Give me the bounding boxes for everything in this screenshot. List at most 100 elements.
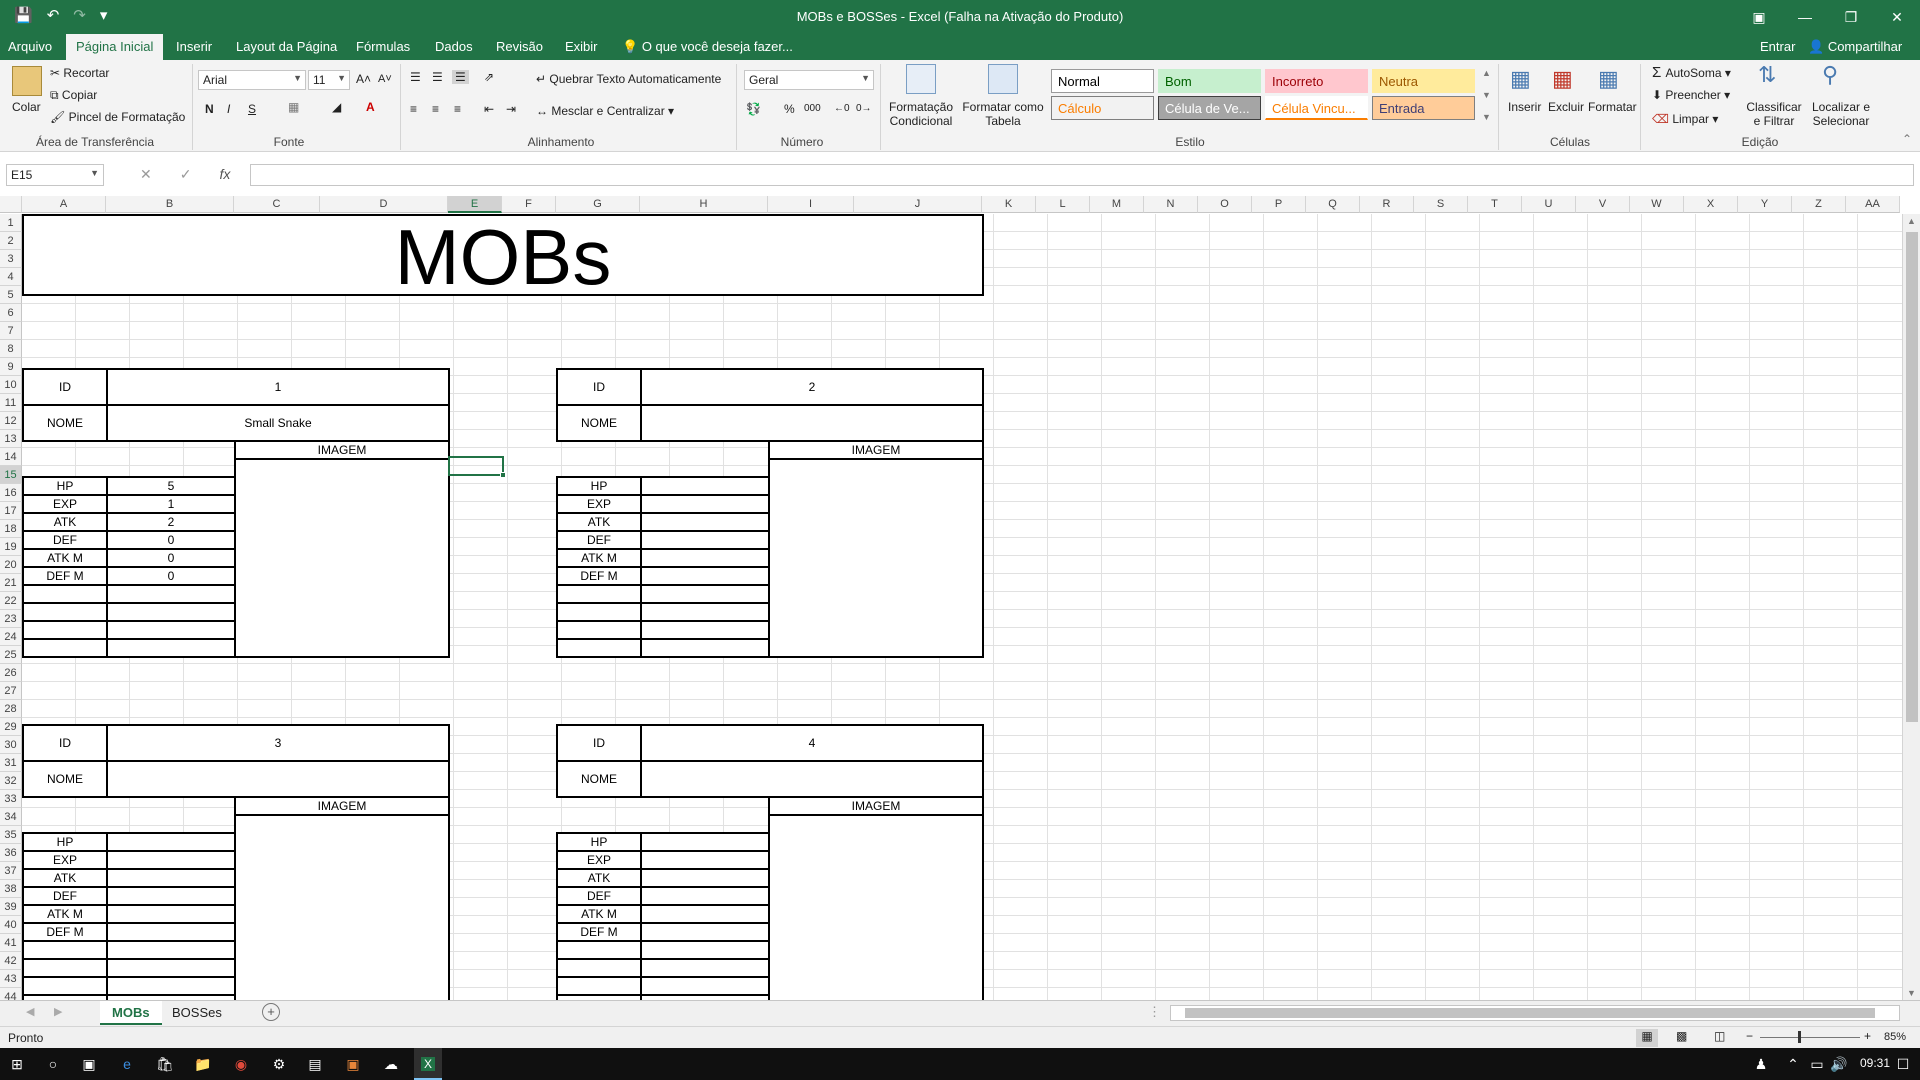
sheet-tab-mobs[interactable]: MOBs <box>100 1001 162 1025</box>
maximize-icon[interactable]: ❐ <box>1828 0 1874 34</box>
row-header-29[interactable]: 29 <box>0 718 22 736</box>
app-icon[interactable]: ▣ <box>344 1056 362 1072</box>
tab-home[interactable]: Página Inicial <box>66 34 164 60</box>
column-header-b[interactable]: B <box>106 196 234 213</box>
fill-button[interactable]: ⬇ Preencher ▾ <box>1652 88 1730 102</box>
thousands-button[interactable]: 000 <box>804 103 821 114</box>
zoom-in-icon[interactable]: + <box>1864 1029 1871 1043</box>
vertical-scrollbar[interactable]: ▲ ▼ <box>1902 214 1920 1000</box>
row-header-4[interactable]: 4 <box>0 268 22 286</box>
cell-style-4[interactable]: Neutra <box>1372 69 1475 93</box>
column-header-v[interactable]: V <box>1576 196 1630 213</box>
wrap-text-button[interactable]: ↵ Quebrar Texto Automaticamente <box>536 72 721 86</box>
tab-formulas[interactable]: Fórmulas <box>356 39 410 54</box>
file-explorer-icon[interactable]: 📁 <box>194 1056 212 1072</box>
copy-button[interactable]: ⧉ Copiar <box>50 88 97 103</box>
gallery-more-icon[interactable]: ▼ <box>1482 112 1491 122</box>
edge-icon[interactable]: e <box>118 1056 136 1072</box>
conditional-format-button[interactable]: Formatação Condicional <box>886 100 956 128</box>
chevron-up-icon[interactable]: ⌃ <box>1784 1056 1802 1072</box>
italic-button[interactable]: I <box>227 102 230 116</box>
conditional-format-icon[interactable] <box>906 64 936 94</box>
cell-style-8[interactable]: Entrada <box>1372 96 1475 120</box>
format-table-icon[interactable] <box>988 64 1018 94</box>
tab-review[interactable]: Revisão <box>496 39 543 54</box>
column-header-c[interactable]: C <box>234 196 320 213</box>
column-header-n[interactable]: N <box>1144 196 1198 213</box>
volume-icon[interactable]: 🔊 <box>1830 1056 1848 1072</box>
increase-decimal-icon[interactable]: ←0 <box>834 103 850 114</box>
align-left-icon[interactable]: ≡ <box>410 102 417 116</box>
steam-icon[interactable]: ⚙ <box>270 1056 288 1072</box>
excel-taskbar-icon[interactable]: X <box>414 1048 442 1080</box>
column-header-w[interactable]: W <box>1630 196 1684 213</box>
merge-center-button[interactable]: ↔ Mesclar e Centralizar ▾ <box>536 104 674 118</box>
normal-view-icon[interactable]: ▦ <box>1636 1029 1658 1047</box>
row-header-36[interactable]: 36 <box>0 844 22 862</box>
row-header-27[interactable]: 27 <box>0 682 22 700</box>
format-as-table-button[interactable]: Formatar como Tabela <box>962 100 1044 128</box>
zoom-level[interactable]: 85% <box>1884 1031 1906 1043</box>
format-cells-icon[interactable]: ▦ <box>1598 66 1619 92</box>
orientation-icon[interactable]: ⇗ <box>484 70 494 84</box>
active-cell[interactable] <box>448 456 506 478</box>
split-handle-icon[interactable]: ⋮ <box>1148 1004 1161 1020</box>
cell-style-6[interactable]: Célula de Ve... <box>1158 96 1261 120</box>
format-painter-button[interactable]: 🖌 Pincel de Formatação <box>50 110 185 124</box>
font-color-icon[interactable]: A <box>366 100 375 114</box>
zoom-slider-thumb[interactable] <box>1798 1031 1801 1043</box>
row-header-20[interactable]: 20 <box>0 556 22 574</box>
row-header-37[interactable]: 37 <box>0 862 22 880</box>
column-header-s[interactable]: S <box>1414 196 1468 213</box>
column-header-x[interactable]: X <box>1684 196 1738 213</box>
column-header-aa[interactable]: AA <box>1846 196 1900 213</box>
row-header-43[interactable]: 43 <box>0 970 22 988</box>
cell-style-2[interactable]: Bom <box>1158 69 1261 93</box>
share-button[interactable]: 👤 Compartilhar <box>1808 39 1902 55</box>
align-bottom-icon[interactable]: ☰ <box>452 70 469 84</box>
delete-cells-button[interactable]: Excluir <box>1548 100 1584 114</box>
insert-cells-button[interactable]: Inserir <box>1508 100 1541 114</box>
autosum-button[interactable]: Σ AutoSoma ▾ <box>1652 64 1731 81</box>
zoom-out-icon[interactable]: − <box>1746 1029 1753 1043</box>
row-header-13[interactable]: 13 <box>0 430 22 448</box>
sign-in-link[interactable]: Entrar <box>1760 39 1795 54</box>
column-header-q[interactable]: Q <box>1306 196 1360 213</box>
formula-input[interactable] <box>250 164 1914 186</box>
shrink-font-icon[interactable]: A˅ <box>378 73 392 85</box>
cortana-icon[interactable]: ○ <box>44 1056 62 1072</box>
column-header-f[interactable]: F <box>502 196 556 213</box>
format-cells-button[interactable]: Formatar <box>1588 100 1637 114</box>
align-top-icon[interactable]: ☰ <box>410 70 421 84</box>
tab-prev-icon[interactable]: ◀ <box>26 1005 34 1018</box>
gallery-up-icon[interactable]: ▲ <box>1482 68 1491 78</box>
row-header-15[interactable]: 15 <box>0 466 22 484</box>
cell-style-3[interactable]: Incorreto <box>1265 69 1368 93</box>
currency-icon[interactable]: 💱 <box>746 102 761 116</box>
page-layout-view-icon[interactable]: ▩ <box>1676 1029 1687 1043</box>
row-header-11[interactable]: 11 <box>0 394 22 412</box>
align-center-icon[interactable]: ≡ <box>432 102 439 116</box>
name-box[interactable]: E15 ▼ <box>6 164 104 186</box>
fill-color-icon[interactable]: ◢ <box>332 100 341 114</box>
cell-style-1[interactable]: Normal <box>1051 69 1154 93</box>
row-header-35[interactable]: 35 <box>0 826 22 844</box>
cell-style-5[interactable]: Cálculo <box>1051 96 1154 120</box>
column-header-u[interactable]: U <box>1522 196 1576 213</box>
sort-filter-button[interactable]: Classificar e Filtrar <box>1744 100 1804 128</box>
row-header-23[interactable]: 23 <box>0 610 22 628</box>
find-select-icon[interactable]: ⚲ <box>1822 62 1838 88</box>
number-format-select[interactable]: Geral ▼ <box>744 70 874 90</box>
row-header-34[interactable]: 34 <box>0 808 22 826</box>
sort-filter-icon[interactable]: ⇅ <box>1758 62 1776 88</box>
row-header-39[interactable]: 39 <box>0 898 22 916</box>
row-header-28[interactable]: 28 <box>0 700 22 718</box>
grow-font-icon[interactable]: A˄ <box>356 72 371 86</box>
network-icon[interactable]: ▭ <box>1808 1056 1826 1072</box>
tab-insert[interactable]: Inserir <box>176 39 212 54</box>
column-header-h[interactable]: H <box>640 196 768 213</box>
column-header-l[interactable]: L <box>1036 196 1090 213</box>
cut-button[interactable]: ✂ Recortar <box>50 66 109 80</box>
gallery-down-icon[interactable]: ▼ <box>1482 90 1491 100</box>
ribbon-display-icon[interactable]: ▣ <box>1736 0 1782 34</box>
